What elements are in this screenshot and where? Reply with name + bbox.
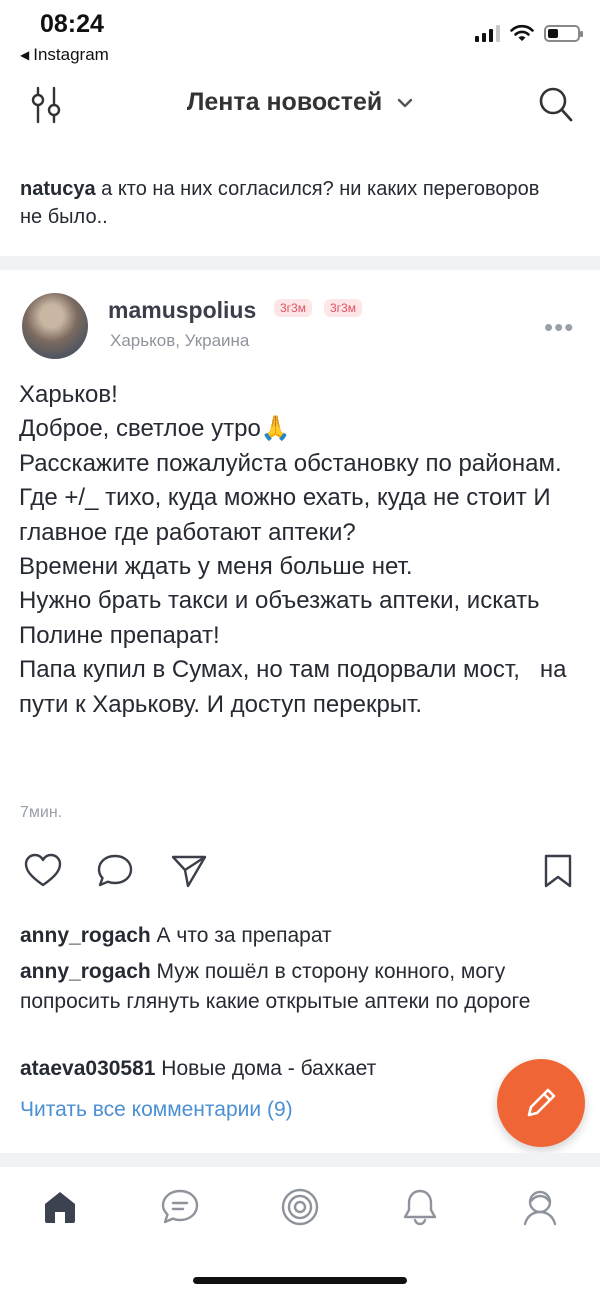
post-location[interactable]: Харьков, Украина: [110, 331, 249, 351]
status-icons: [475, 24, 583, 42]
comment-username[interactable]: anny_rogach: [20, 924, 151, 947]
chevron-down-icon: [397, 99, 413, 108]
avatar[interactable]: [22, 293, 88, 359]
comment-username[interactable]: ataeva030581: [20, 1057, 155, 1080]
bell-icon: [403, 1189, 437, 1226]
comment-icon[interactable]: [96, 853, 134, 889]
post-text: Харьков! Доброе, светлое утро🙏 Расскажит…: [19, 381, 567, 718]
bookmark-icon[interactable]: [542, 853, 574, 889]
back-arrow-icon: ◀: [20, 48, 30, 62]
status-badge: 3г3м: [274, 299, 312, 317]
post-username[interactable]: mamuspolius: [108, 297, 256, 324]
compose-button[interactable]: [497, 1059, 585, 1147]
comment-username[interactable]: anny_rogach: [20, 960, 151, 983]
pencil-icon: [527, 1088, 556, 1117]
home-indicator[interactable]: [193, 1277, 407, 1284]
cellular-signal-icon: [475, 24, 500, 42]
comment-item: anny_rogach А что за препарат: [20, 921, 590, 951]
tab-profile[interactable]: [517, 1184, 563, 1230]
more-options-icon[interactable]: •••: [544, 312, 574, 343]
search-icon[interactable]: [538, 86, 574, 124]
comment-text: а кто на них согласился? ни каких перего…: [20, 178, 540, 228]
battery-icon: [544, 24, 583, 42]
tab-notifications[interactable]: [397, 1184, 443, 1230]
comment-text: Новые дома - бахкает: [155, 1057, 377, 1080]
target-icon: [281, 1188, 319, 1226]
read-all-comments-link[interactable]: Читать все комментарии (9): [20, 1098, 293, 1122]
tab-home[interactable]: [37, 1184, 83, 1230]
back-app-label: Instagram: [33, 45, 109, 64]
profile-icon: [523, 1190, 557, 1226]
post-timestamp: 7мин.: [20, 804, 63, 821]
post-divider: [0, 256, 600, 270]
comment-item: anny_rogach Муж пошёл в сторону конного,…: [20, 957, 590, 1017]
comment-text: А что за препарат: [150, 924, 332, 947]
status-badge: 3г3м: [324, 299, 362, 317]
back-to-app-link[interactable]: ◀ Instagram: [20, 45, 109, 65]
page-title: Лента новостей: [186, 88, 383, 116]
chat-icon: [161, 1189, 199, 1224]
home-icon: [45, 1192, 75, 1223]
status-time: 08:24: [40, 10, 104, 38]
comment-item: natucya а кто на них согласился? ни каки…: [20, 175, 560, 231]
share-icon[interactable]: [170, 853, 208, 889]
heart-icon[interactable]: [24, 853, 62, 889]
tab-messages[interactable]: [157, 1184, 203, 1230]
feed-title-dropdown[interactable]: Лента новостей: [0, 88, 600, 117]
comment-username[interactable]: natucya: [20, 178, 96, 200]
tabbar-divider: [0, 1153, 600, 1167]
wifi-icon: [510, 24, 534, 41]
tab-discover[interactable]: [277, 1184, 323, 1230]
